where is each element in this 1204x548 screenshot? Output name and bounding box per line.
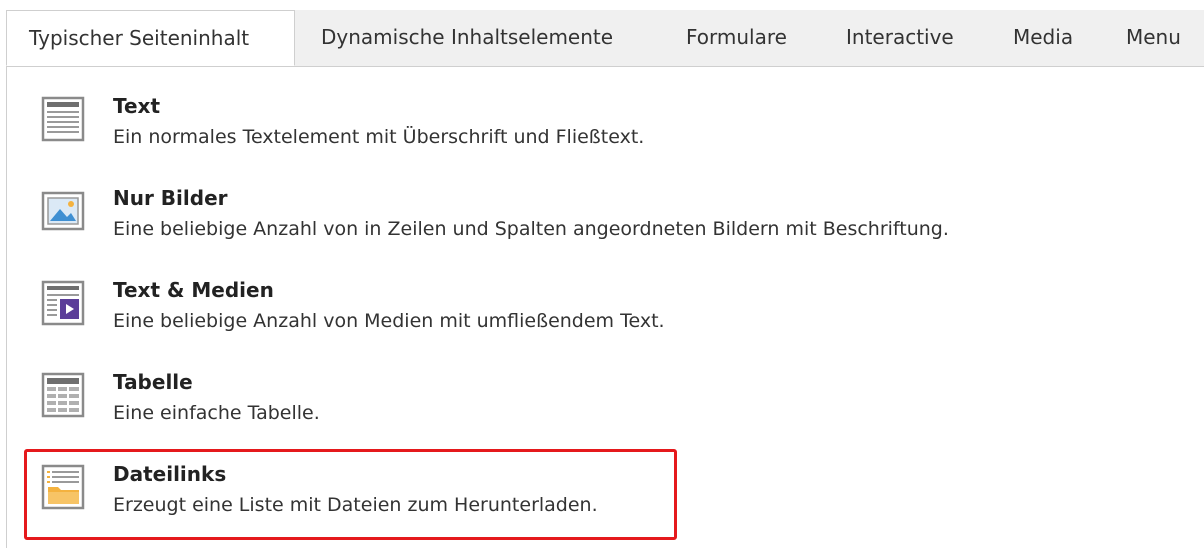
item-description: Eine einfache Tabelle.	[113, 402, 320, 424]
tab-typischer-seiteninhalt[interactable]: Typischer Seiteninhalt	[6, 10, 295, 66]
tab-interactive[interactable]: Interactive	[846, 10, 954, 66]
item-title: Tabelle	[113, 370, 193, 394]
text-icon	[41, 96, 85, 142]
item-description: Ein normales Textelement mit Überschrift…	[113, 126, 645, 148]
table-icon	[41, 372, 85, 418]
content-element-wizard: Typischer Seiteninhalt Dynamische Inhalt…	[6, 10, 1204, 548]
file-links-icon	[41, 464, 85, 510]
item-title: Text	[113, 94, 161, 118]
tab-dynamische-inhaltselemente[interactable]: Dynamische Inhaltselemente	[321, 10, 613, 66]
content-element-text-medien[interactable]: Text & Medien Eine beliebige Anzahl von …	[37, 278, 1137, 350]
content-element-dateilinks[interactable]: Dateilinks Erzeugt eine Liste mit Dateie…	[37, 462, 1137, 534]
tab-formulare[interactable]: Formulare	[686, 10, 787, 66]
tab-media[interactable]: Media	[1013, 10, 1073, 66]
item-title: Nur Bilder	[113, 186, 228, 210]
item-description: Eine beliebige Anzahl von Medien mit umf…	[113, 310, 665, 332]
content-element-nur-bilder[interactable]: Nur Bilder Eine beliebige Anzahl von in …	[37, 186, 1137, 258]
content-element-text[interactable]: Text Ein normales Textelement mit Übersc…	[37, 94, 1137, 166]
tab-bar: Typischer Seiteninhalt Dynamische Inhalt…	[6, 10, 1204, 67]
text-media-icon	[41, 280, 85, 326]
images-icon	[41, 191, 85, 231]
item-title: Dateilinks	[113, 462, 227, 486]
tab-panel: Text Ein normales Textelement mit Übersc…	[6, 66, 1204, 548]
content-element-tabelle[interactable]: Tabelle Eine einfache Tabelle.	[37, 370, 1137, 442]
item-description: Eine beliebige Anzahl von in Zeilen und …	[113, 218, 949, 240]
item-description: Erzeugt eine Liste mit Dateien zum Herun…	[113, 494, 598, 516]
item-title: Text & Medien	[113, 278, 274, 302]
tab-menu[interactable]: Menu	[1126, 10, 1181, 66]
